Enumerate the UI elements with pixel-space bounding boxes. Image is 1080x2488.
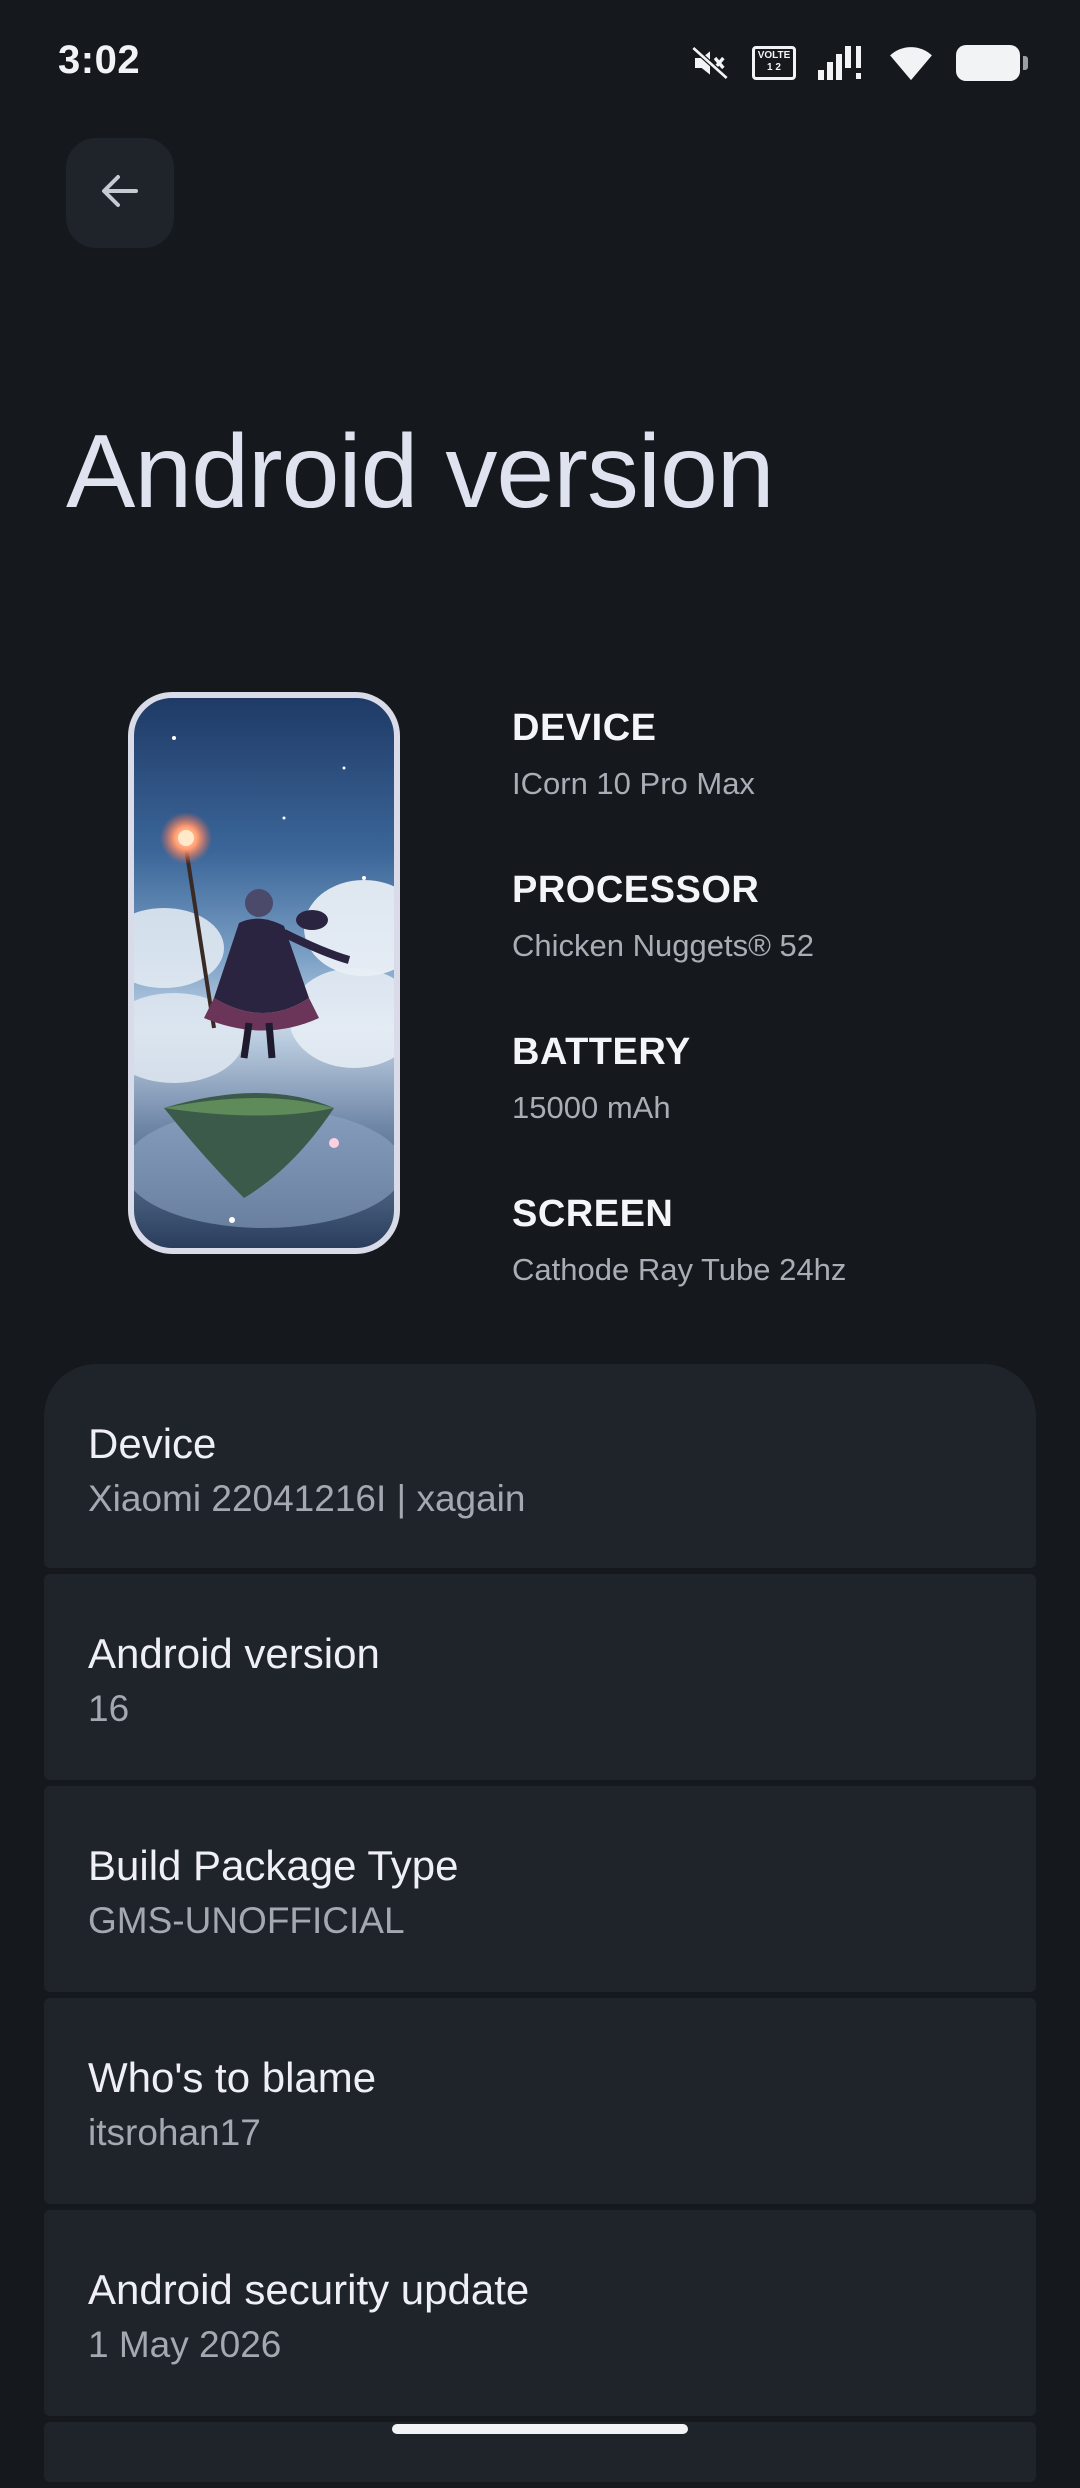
info-item-android-version[interactable]: Android version 16	[44, 1574, 1036, 1780]
volte-sim-label: 1 2	[767, 62, 781, 73]
spec-value: ICorn 10 Pro Max	[512, 766, 755, 801]
info-item-whos-to-blame[interactable]: Who's to blame itsrohan17	[44, 1998, 1036, 2204]
info-item-title: Who's to blame	[88, 2054, 377, 2101]
device-specs: DEVICE ICorn 10 Pro Max PROCESSOR Chicke…	[512, 690, 1032, 1338]
info-item-value: 16	[88, 1688, 130, 1729]
volte-label: VOLTE	[757, 50, 791, 61]
info-list: Device Xiaomi 22041216I | xagain Android…	[44, 1364, 1036, 2488]
info-item-value: itsrohan17	[88, 2112, 261, 2153]
mute-icon	[690, 43, 730, 83]
wallpaper-illustration	[134, 736, 394, 1228]
info-item-title: Device	[88, 1420, 217, 1467]
spec-label: SCREEN	[512, 1193, 674, 1235]
status-icons: VOLTE 1 2	[690, 40, 1028, 86]
spec-label: BATTERY	[512, 1031, 691, 1073]
page-title: Android version	[66, 414, 775, 530]
info-item-title: Android security update	[88, 2266, 530, 2313]
spec-processor: PROCESSOR Chicken Nuggets® 52	[512, 860, 1032, 1014]
spec-value: Chicken Nuggets® 52	[512, 928, 815, 963]
battery-icon	[956, 45, 1028, 81]
info-item-build-package-type[interactable]: Build Package Type GMS-UNOFFICIAL	[44, 1786, 1036, 1992]
info-item-title: Build Package Type	[88, 1842, 459, 1889]
back-button[interactable]	[66, 138, 174, 248]
spec-label: PROCESSOR	[512, 869, 760, 911]
status-time: 3:02	[58, 38, 141, 82]
spec-device: DEVICE ICorn 10 Pro Max	[512, 698, 1032, 852]
volte-icon: VOLTE 1 2	[752, 46, 796, 80]
signal-icon	[818, 44, 866, 82]
spec-battery: BATTERY 15000 mAh	[512, 1022, 1032, 1176]
info-item-security-update[interactable]: Android security update 1 May 2026	[44, 2210, 1036, 2416]
info-item-device[interactable]: Device Xiaomi 22041216I | xagain	[44, 1364, 1036, 1568]
wifi-icon	[888, 44, 934, 82]
phone-preview-image	[128, 692, 400, 1254]
info-item-value: 1 May 2026	[88, 2324, 282, 2365]
spec-value: Cathode Ray Tube 24hz	[512, 1252, 847, 1287]
spec-label: DEVICE	[512, 707, 657, 749]
gesture-nav-bar[interactable]	[392, 2424, 688, 2434]
spec-value: 15000 mAh	[512, 1090, 671, 1125]
info-item-value: GMS-UNOFFICIAL	[88, 1900, 405, 1941]
spec-screen: SCREEN Cathode Ray Tube 24hz	[512, 1184, 1032, 1338]
info-item-title: Android version	[88, 1630, 380, 1677]
info-item-value: Xiaomi 22041216I | xagain	[88, 1478, 526, 1519]
arrow-back-icon	[96, 167, 144, 220]
status-bar: 3:02 VOLTE 1 2	[0, 0, 1080, 120]
